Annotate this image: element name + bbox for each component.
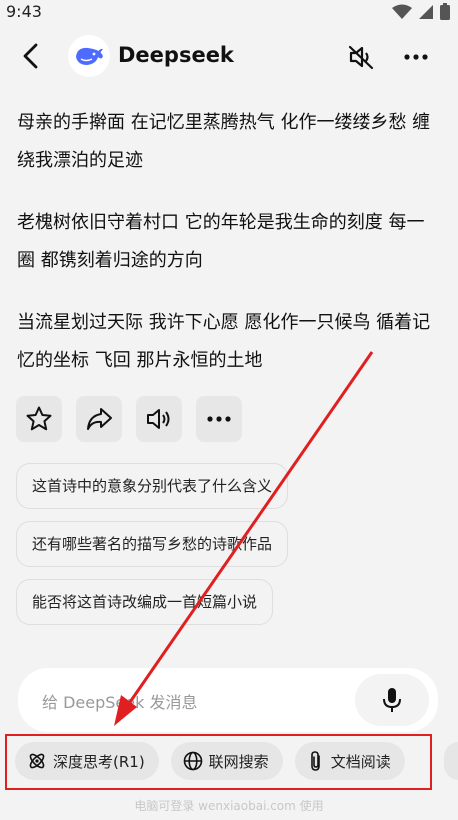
- input-placeholder: 给 DeepSeek 发消息: [42, 693, 198, 712]
- speaker-icon: [147, 409, 170, 429]
- message-paragraph: 母亲的手擀面 在记忆里蒸腾热气 化作一缕缕乡愁 缠绕我漂泊的足迹: [17, 112, 431, 171]
- status-bar: 9:43: [0, 0, 458, 26]
- message-actions: [16, 396, 242, 442]
- star-icon: [26, 406, 52, 431]
- status-time: 9:43: [6, 2, 42, 21]
- speaker-mute-icon: [348, 45, 374, 70]
- signal-icon: [419, 4, 433, 19]
- suggestion-chip[interactable]: 这首诗中的意象分别代表了什么含义: [16, 463, 289, 509]
- share-icon: [87, 408, 112, 430]
- read-aloud-button[interactable]: [136, 396, 182, 442]
- suggestion-chip[interactable]: 还有哪些著名的描写乡愁的诗歌作品: [16, 521, 289, 567]
- mute-button[interactable]: [345, 42, 377, 72]
- more-button[interactable]: [401, 42, 431, 72]
- more-icon: [207, 416, 231, 422]
- header: Deepseek: [0, 26, 458, 88]
- back-icon: [23, 43, 38, 69]
- back-button[interactable]: [16, 40, 46, 72]
- more-icon: [404, 54, 428, 60]
- avatar: [68, 35, 110, 77]
- voice-input-button[interactable]: [355, 674, 429, 726]
- assistant-message: 母亲的手擀面 在记忆里蒸腾热气 化作一缕缕乡愁 缠绕我漂泊的足迹 老槐树依旧守着…: [17, 104, 442, 404]
- chat-title: Deepseek: [118, 43, 234, 67]
- tool-partial-chip[interactable]: [444, 742, 458, 780]
- deepseek-whale-icon: [76, 47, 103, 65]
- message-paragraph: 老槐树依旧守着村口 它的年轮是我生命的刻度 每一圈 都镌刻着归途的方向: [17, 212, 425, 271]
- suggestion-chip[interactable]: 能否将这首诗改编成一首短篇小说: [16, 579, 274, 625]
- footer-note: 电脑可登录 wenxiaobai.com 使用: [134, 799, 324, 813]
- wifi-icon: [392, 4, 412, 19]
- suggested-questions: 这首诗中的意象分别代表了什么含义 还有哪些著名的描写乡愁的诗歌作品 能否将这首诗…: [16, 463, 289, 637]
- share-button[interactable]: [76, 396, 122, 442]
- message-paragraph: 当流星划过天际 我许下心愿 愿化作一只候鸟 循着记忆的坐标 飞回 那片永恒的土地: [17, 312, 431, 371]
- battery-icon: [440, 3, 450, 20]
- more-actions-button[interactable]: [196, 396, 242, 442]
- favorite-button[interactable]: [16, 396, 62, 442]
- status-icons: [392, 3, 450, 20]
- mic-icon: [383, 688, 401, 712]
- annotation-highlight-box: [5, 734, 432, 790]
- message-input[interactable]: 给 DeepSeek 发消息: [18, 668, 438, 732]
